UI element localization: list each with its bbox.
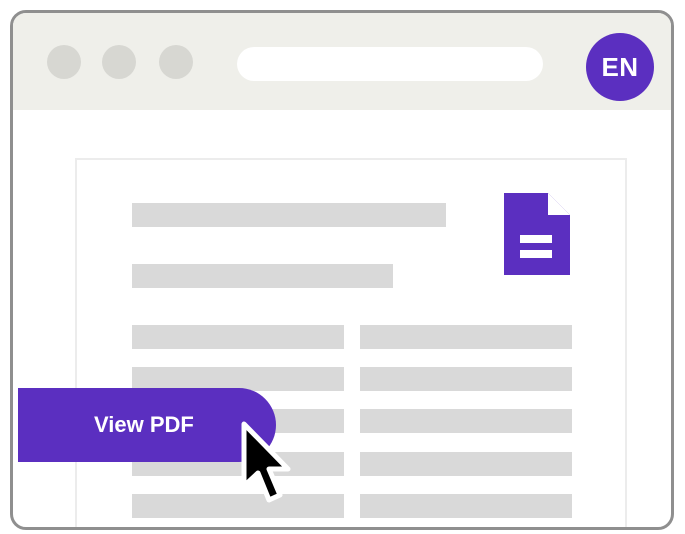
address-bar[interactable] bbox=[237, 47, 543, 81]
table-cell-placeholder bbox=[132, 325, 344, 349]
document-page bbox=[75, 158, 627, 527]
table-cell-placeholder bbox=[360, 494, 572, 518]
window-dot-maximize[interactable] bbox=[159, 45, 193, 79]
browser-titlebar: EN bbox=[13, 13, 671, 110]
document-icon bbox=[504, 193, 570, 275]
text-placeholder-line bbox=[132, 203, 446, 227]
pointer-cursor-icon bbox=[241, 421, 291, 503]
table-cell-placeholder bbox=[360, 325, 572, 349]
table-cell-placeholder bbox=[132, 494, 344, 518]
table-cell-placeholder bbox=[360, 452, 572, 476]
text-placeholder-line bbox=[132, 264, 393, 288]
view-pdf-button-label: View PDF bbox=[94, 412, 194, 437]
window-dot-close[interactable] bbox=[47, 45, 81, 79]
table-cell-placeholder bbox=[360, 409, 572, 433]
language-badge[interactable]: EN bbox=[586, 33, 654, 101]
table-cell-placeholder bbox=[360, 367, 572, 391]
window-dot-minimize[interactable] bbox=[102, 45, 136, 79]
view-pdf-button[interactable]: View PDF bbox=[18, 388, 276, 462]
